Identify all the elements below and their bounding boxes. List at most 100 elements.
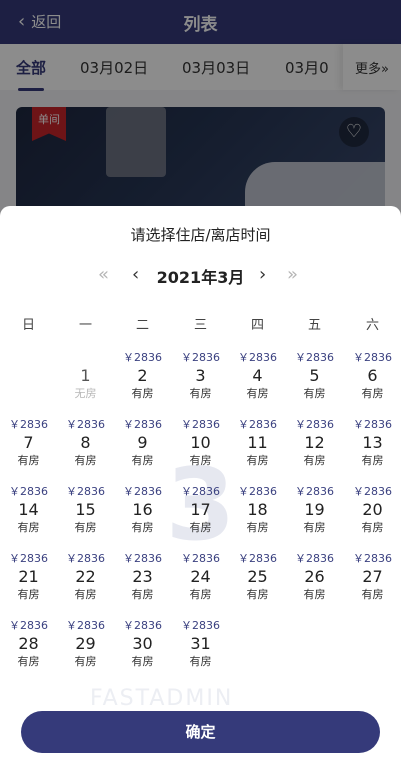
day-price: ￥2836: [9, 552, 48, 565]
calendar-day-cell[interactable]: ￥2836 30 有房: [114, 619, 171, 686]
day-availability: 有房: [246, 588, 269, 601]
calendar-day-cell[interactable]: ￥2836 26 有房: [286, 552, 343, 619]
day-price: ￥2836: [295, 552, 334, 565]
day-availability: 有房: [74, 655, 97, 668]
day-number: 31: [190, 634, 211, 653]
calendar-day-cell[interactable]: ￥2836 21 有房: [0, 552, 57, 619]
prev-month-icon[interactable]: ‹: [132, 264, 139, 285]
day-availability: 有房: [17, 588, 40, 601]
confirm-button[interactable]: 确定: [21, 711, 380, 753]
day-availability: 有房: [246, 454, 269, 467]
day-price: ￥2836: [181, 351, 220, 364]
day-price: ￥2836: [353, 552, 392, 565]
day-number: 24: [190, 567, 211, 586]
day-availability: 有房: [74, 454, 97, 467]
day-number: 12: [304, 433, 325, 452]
calendar-day-cell[interactable]: ￥2836 31 有房: [172, 619, 229, 686]
calendar-day-cell[interactable]: ￥2836 27 有房: [344, 552, 401, 619]
day-number: 6: [367, 366, 378, 385]
calendar-day-cell[interactable]: ￥2836 7 有房: [0, 418, 57, 485]
month-label: 2021年3月: [156, 268, 245, 287]
day-availability: 有房: [361, 387, 384, 400]
calendar-day-cell[interactable]: ￥2836 18 有房: [229, 485, 286, 552]
calendar-day-cell[interactable]: ￥2836 24 有房: [172, 552, 229, 619]
day-price: ￥2836: [181, 485, 220, 498]
day-availability: 有房: [131, 588, 154, 601]
prev-year-icon[interactable]: «: [98, 264, 109, 285]
day-price: ￥2836: [181, 552, 220, 565]
calendar-day-cell[interactable]: ￥2836 19 有房: [286, 485, 343, 552]
day-number: 8: [80, 433, 91, 452]
day-number: 23: [132, 567, 153, 586]
day-availability: 有房: [361, 588, 384, 601]
next-year-icon[interactable]: »: [287, 264, 298, 285]
day-price: ￥2836: [295, 485, 334, 498]
weekday-label: 日: [21, 318, 35, 333]
calendar-day-cell[interactable]: ￥2836 4 有房: [229, 351, 286, 418]
weekday-label: 二: [135, 318, 149, 333]
calendar-day-cell[interactable]: ￥2836 22 有房: [57, 552, 114, 619]
day-availability: 有房: [131, 655, 154, 668]
calendar-sheet: 3 FASTADMIN 请选择住店/离店时间 « ‹ 2021年3月 › » 日…: [0, 206, 401, 769]
calendar-day-cell[interactable]: ￥2836 29 有房: [57, 619, 114, 686]
calendar-day-cell[interactable]: ￥2836 6 有房: [344, 351, 401, 418]
calendar-day-cell[interactable]: ￥2836 25 有房: [229, 552, 286, 619]
day-availability: 有房: [74, 521, 97, 534]
weekday-label: 三: [193, 318, 207, 333]
day-number: 9: [137, 433, 148, 452]
day-availability: 有房: [131, 454, 154, 467]
calendar-day-cell[interactable]: ￥2836 20 有房: [344, 485, 401, 552]
calendar-day-cell[interactable]: 1 无房: [57, 351, 114, 418]
weekday-label: 五: [307, 318, 321, 333]
day-availability: 有房: [189, 655, 212, 668]
calendar-day-cell[interactable]: ￥2836 28 有房: [0, 619, 57, 686]
day-number: 15: [75, 500, 96, 519]
calendar-day-cell[interactable]: ￥2836 23 有房: [114, 552, 171, 619]
day-availability: 有房: [74, 588, 97, 601]
day-number: 5: [309, 366, 320, 385]
calendar-day-cell[interactable]: ￥2836 12 有房: [286, 418, 343, 485]
day-number: 26: [304, 567, 325, 586]
calendar-title: 请选择住店/离店时间: [130, 226, 271, 244]
calendar-day-cell[interactable]: ￥2836 15 有房: [57, 485, 114, 552]
day-availability: 有房: [189, 454, 212, 467]
calendar-day-cell[interactable]: ￥2836 10 有房: [172, 418, 229, 485]
day-price: ￥2836: [66, 418, 105, 431]
calendar-day-cell[interactable]: ￥2836 11 有房: [229, 418, 286, 485]
day-price: ￥2836: [9, 619, 48, 632]
day-availability: 有房: [189, 588, 212, 601]
day-number: 18: [247, 500, 268, 519]
day-availability: 有房: [303, 387, 326, 400]
day-availability: 有房: [361, 454, 384, 467]
day-price: ￥2836: [238, 552, 277, 565]
next-month-icon[interactable]: ›: [259, 264, 266, 285]
calendar-day-cell[interactable]: ￥2836 8 有房: [57, 418, 114, 485]
calendar-day-cell[interactable]: ￥2836 17 有房: [172, 485, 229, 552]
calendar-day-cell[interactable]: ￥2836 14 有房: [0, 485, 57, 552]
day-price: ￥2836: [295, 418, 334, 431]
day-number: 22: [75, 567, 96, 586]
day-availability: 有房: [246, 521, 269, 534]
day-price: ￥2836: [66, 485, 105, 498]
brand-watermark: FASTADMIN: [90, 686, 234, 711]
day-price: ￥2836: [9, 485, 48, 498]
calendar-day-cell[interactable]: ￥2836 13 有房: [344, 418, 401, 485]
day-availability: 有房: [246, 387, 269, 400]
day-number: 29: [75, 634, 96, 653]
day-availability: 有房: [131, 521, 154, 534]
calendar-day-cell[interactable]: ￥2836 3 有房: [172, 351, 229, 418]
calendar-day-cell[interactable]: ￥2836 5 有房: [286, 351, 343, 418]
day-price: ￥2836: [181, 619, 220, 632]
day-price: ￥2836: [9, 418, 48, 431]
day-number: 4: [252, 366, 263, 385]
day-price: ￥2836: [123, 418, 162, 431]
day-availability: 有房: [17, 454, 40, 467]
day-price: ￥2836: [181, 418, 220, 431]
calendar-day-cell[interactable]: ￥2836 2 有房: [114, 351, 171, 418]
day-availability: 有房: [303, 521, 326, 534]
calendar-day-cell[interactable]: ￥2836 9 有房: [114, 418, 171, 485]
weekday-label: 一: [78, 318, 92, 333]
calendar-day-cell[interactable]: ￥2836 16 有房: [114, 485, 171, 552]
day-price: ￥2836: [123, 619, 162, 632]
day-number: 19: [304, 500, 325, 519]
